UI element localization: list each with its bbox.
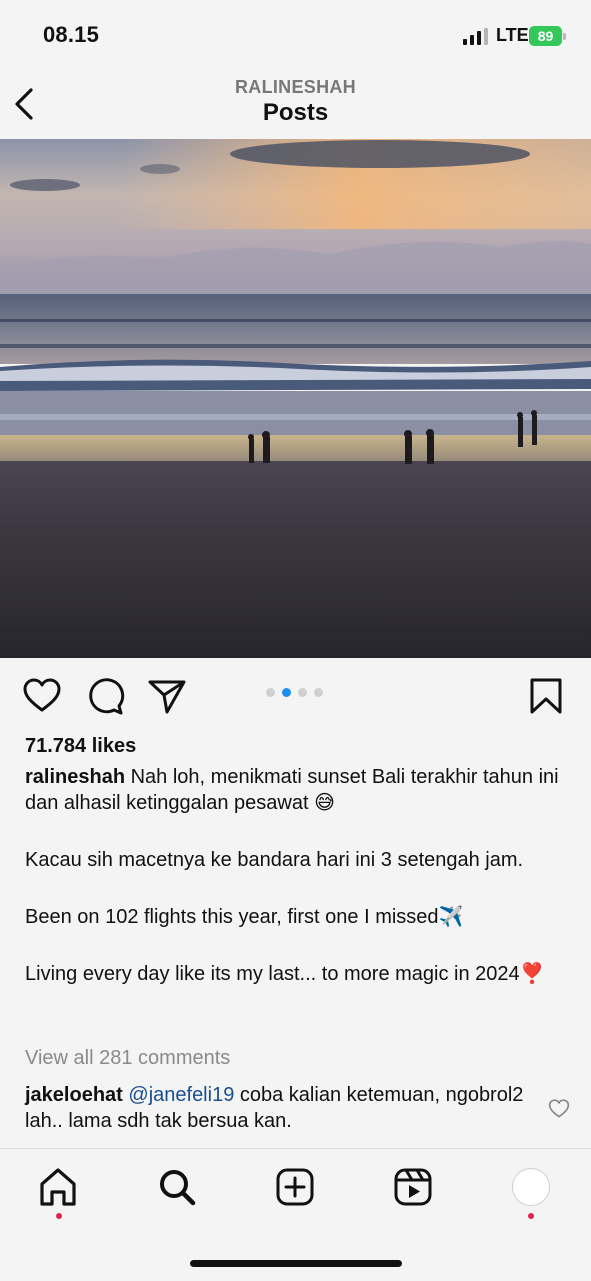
comment-author[interactable]: jakeloehat — [25, 1084, 123, 1106]
signal-icon — [463, 28, 488, 45]
save-bookmark-icon[interactable] — [526, 676, 566, 716]
carousel-dot — [298, 688, 307, 697]
network-type: LTE — [496, 25, 529, 45]
profile-avatar[interactable] — [512, 1168, 550, 1206]
caption-paragraph: Living every day like its my last... to … — [25, 963, 545, 985]
home-notification-dot — [56, 1213, 62, 1219]
caption-author[interactable]: ralineshah — [25, 766, 125, 788]
post-caption: ralineshah Nah loh, menikmati sunset Bal… — [25, 764, 565, 1018]
home-icon[interactable] — [38, 1166, 78, 1208]
status-time: 08.15 — [43, 22, 100, 47]
page-title: Posts — [262, 99, 329, 126]
carousel-dot — [266, 688, 275, 697]
view-all-comments-link[interactable]: View all 281 comments — [25, 1047, 230, 1070]
like-heart-icon[interactable] — [22, 676, 62, 716]
like-count[interactable]: 71.784 likes — [25, 735, 136, 758]
share-paper-plane-icon[interactable] — [147, 676, 187, 716]
battery-icon: 89 — [529, 26, 566, 46]
search-icon[interactable] — [157, 1166, 197, 1208]
battery-level: 89 — [529, 26, 562, 46]
comment-icon[interactable] — [85, 676, 125, 716]
post-photo[interactable] — [0, 139, 591, 658]
create-post-icon[interactable] — [275, 1166, 315, 1208]
profile-username-header: RALINESHAH — [234, 77, 356, 97]
comment-preview: jakeloehat @janefeli19 coba kalian ketem… — [25, 1082, 535, 1134]
caption-paragraph: Been on 102 flights this year, first one… — [25, 906, 464, 928]
home-indicator — [190, 1260, 402, 1267]
comment-like-heart-icon[interactable] — [548, 1098, 570, 1120]
carousel-dot — [314, 688, 323, 697]
reels-icon[interactable] — [393, 1166, 433, 1208]
profile-notification-dot — [528, 1213, 534, 1219]
carousel-dot-active — [282, 688, 291, 697]
caption-paragraph: Kacau sih macetnya ke bandara hari ini 3… — [25, 849, 524, 871]
comment-mention[interactable]: @janefeli19 — [128, 1084, 234, 1106]
